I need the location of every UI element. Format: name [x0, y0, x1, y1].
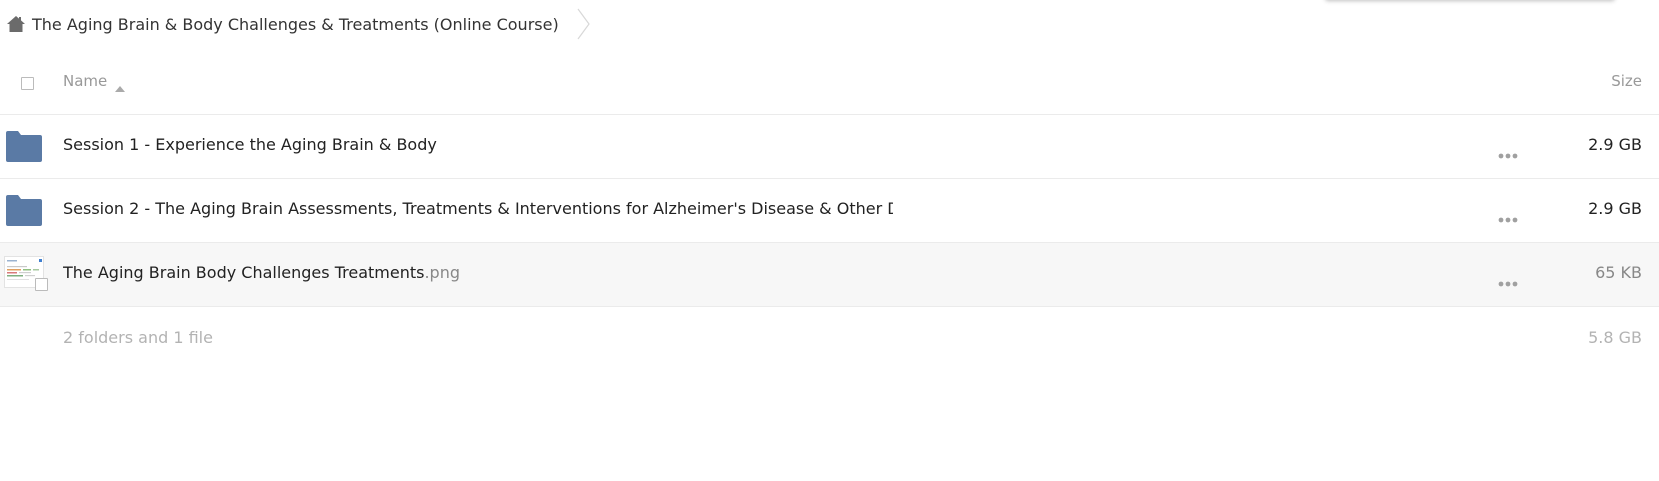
- breadcrumb-separator-icon: [577, 8, 591, 40]
- file-name-text: The Aging Brain Body Challenges Treatmen…: [63, 263, 425, 282]
- home-icon[interactable]: [6, 14, 26, 34]
- file-size: 2.9 GB: [1588, 135, 1642, 154]
- file-name[interactable]: Session 2 - The Aging Brain Assessments,…: [63, 199, 893, 218]
- row-select-checkbox[interactable]: [35, 278, 48, 291]
- name-column-header[interactable]: Name: [63, 72, 126, 92]
- file-name[interactable]: Session 1 - Experience the Aging Brain &…: [63, 135, 437, 154]
- folder-icon: [6, 195, 42, 226]
- file-name-text: Session 2 - The Aging Brain Assessments,…: [63, 199, 893, 218]
- file-row-session-2[interactable]: Session 2 - The Aging Brain Assessments,…: [0, 179, 1659, 243]
- file-name[interactable]: The Aging Brain Body Challenges Treatmen…: [63, 263, 460, 282]
- size-column-header[interactable]: Size: [1611, 72, 1642, 90]
- file-extension: .png: [424, 263, 460, 282]
- file-size: 65 KB: [1595, 263, 1642, 282]
- more-actions-icon[interactable]: [1497, 144, 1519, 159]
- summary-count: 2 folders and 1 file: [63, 328, 213, 347]
- file-browser: The Aging Brain & Body Challenges & Trea…: [0, 0, 1659, 481]
- summary-total-size: 5.8 GB: [1588, 328, 1642, 347]
- file-list-header: Name Size: [0, 58, 1659, 115]
- select-all-checkbox[interactable]: [21, 77, 34, 90]
- more-actions-icon[interactable]: [1497, 272, 1519, 287]
- sort-ascending-icon: [115, 78, 126, 92]
- file-size: 2.9 GB: [1588, 199, 1642, 218]
- file-name-text: Session 1 - Experience the Aging Brain &…: [63, 135, 437, 154]
- folder-icon: [6, 131, 42, 162]
- breadcrumb: The Aging Brain & Body Challenges & Trea…: [6, 8, 591, 40]
- file-row-png[interactable]: The Aging Brain Body Challenges Treatmen…: [0, 243, 1659, 307]
- breadcrumb-current[interactable]: The Aging Brain & Body Challenges & Trea…: [32, 15, 559, 34]
- file-row-session-1[interactable]: Session 1 - Experience the Aging Brain &…: [0, 115, 1659, 179]
- file-list-summary: 2 folders and 1 file 5.8 GB: [0, 328, 1659, 358]
- more-actions-icon[interactable]: [1497, 208, 1519, 223]
- name-column-label: Name: [63, 72, 108, 90]
